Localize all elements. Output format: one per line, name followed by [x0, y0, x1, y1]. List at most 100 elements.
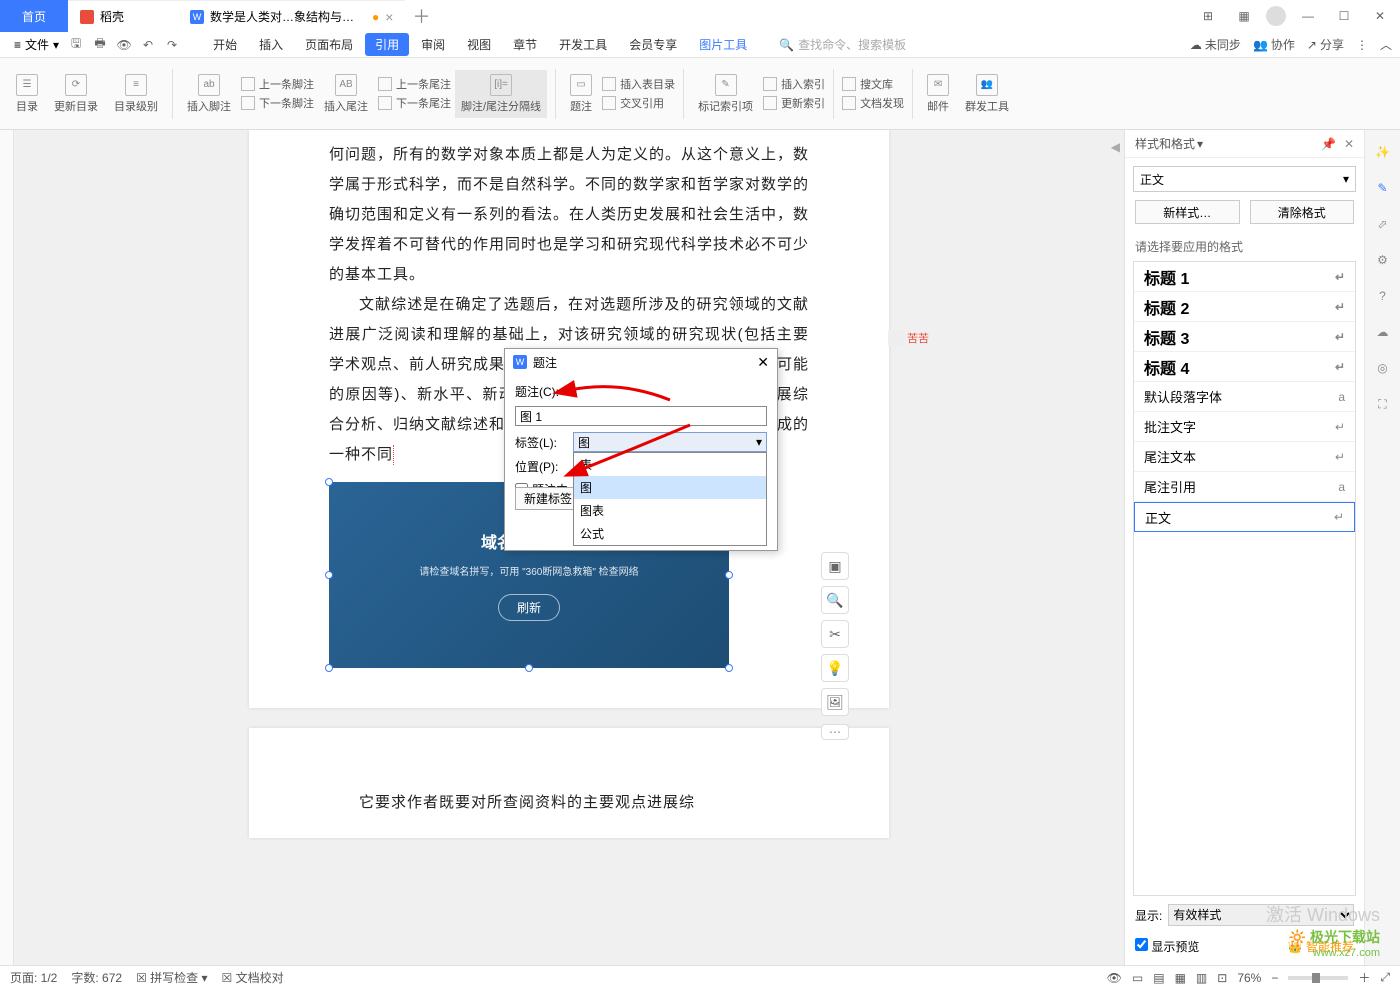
- dd-item-table[interactable]: 表: [574, 453, 766, 476]
- redo-icon[interactable]: ↷: [163, 36, 181, 54]
- dd-item-chart[interactable]: 图表: [574, 499, 766, 522]
- menu-tab-section[interactable]: 章节: [503, 33, 547, 56]
- update-toc-icon[interactable]: ⟳: [65, 74, 87, 96]
- bulb-icon[interactable]: 💡: [821, 654, 849, 682]
- prev-endnote[interactable]: 上一条尾注: [378, 76, 451, 92]
- coop-button[interactable]: 👥 协作: [1253, 36, 1295, 53]
- dd-item-figure[interactable]: 图: [574, 476, 766, 499]
- footnote-icon[interactable]: ab: [198, 74, 220, 96]
- zoom-fit-icon[interactable]: ⊡: [1217, 971, 1227, 985]
- resize-handle[interactable]: [325, 664, 333, 672]
- menu-tab-review[interactable]: 审阅: [411, 33, 455, 56]
- footnote-separator[interactable]: [i]=脚注/尾注分隔线: [455, 70, 547, 118]
- crop-icon[interactable]: ✂: [821, 620, 849, 648]
- resize-handle[interactable]: [325, 478, 333, 486]
- zoom-slider[interactable]: [1288, 976, 1348, 980]
- word-count[interactable]: 字数: 672: [71, 969, 122, 986]
- preview-icon[interactable]: 👁: [115, 36, 133, 54]
- eye-icon[interactable]: 👁: [1107, 971, 1122, 985]
- resize-handle[interactable]: [725, 571, 733, 579]
- dd-item-formula[interactable]: 公式: [574, 522, 766, 545]
- update-index[interactable]: 更新索引: [763, 95, 825, 111]
- caption-input[interactable]: [515, 406, 767, 426]
- replace-icon[interactable]: 🖼: [821, 688, 849, 716]
- tab-docx[interactable]: 稻壳: [68, 0, 178, 32]
- menu-tab-view[interactable]: 视图: [457, 33, 501, 56]
- menu-tab-insert[interactable]: 插入: [249, 33, 293, 56]
- zoom-icon[interactable]: 🔍: [821, 586, 849, 614]
- doc-discover[interactable]: 文档发现: [842, 95, 904, 111]
- view-print-icon[interactable]: ▤: [1153, 971, 1164, 985]
- new-style-button[interactable]: 新样式…: [1135, 200, 1240, 224]
- more-icon[interactable]: ⋮: [1356, 38, 1368, 52]
- tab-close[interactable]: ×: [385, 9, 393, 25]
- rail-cloud-icon[interactable]: ☁: [1373, 322, 1393, 342]
- wrap-icon[interactable]: ▣: [821, 552, 849, 580]
- proofread-toggle[interactable]: ☒ 文档校对: [222, 969, 284, 986]
- page2-text[interactable]: 它要求作者既要对所查阅资料的主要观点进展综: [329, 788, 809, 818]
- fullscreen-icon[interactable]: ⤢: [1380, 970, 1390, 985]
- view-outline-icon[interactable]: ▥: [1196, 971, 1207, 985]
- menu-tab-member[interactable]: 会员专享: [619, 33, 687, 56]
- style-comment-text[interactable]: 批注文字↵: [1134, 412, 1355, 442]
- close-button[interactable]: ✕: [1366, 2, 1394, 30]
- rail-expand-icon[interactable]: ⛶: [1373, 394, 1393, 414]
- more-tools-icon[interactable]: ⋯: [821, 724, 849, 740]
- preview-checkbox[interactable]: 显示预览: [1135, 938, 1199, 955]
- pin-icon[interactable]: 📌: [1321, 137, 1336, 151]
- user-avatar[interactable]: [1266, 6, 1286, 26]
- layout-icon[interactable]: ⊞: [1194, 2, 1222, 30]
- rail-settings-icon[interactable]: ⚙: [1373, 250, 1393, 270]
- toc-level-icon[interactable]: ≡: [125, 74, 147, 96]
- rail-target-icon[interactable]: ◎: [1373, 358, 1393, 378]
- print-icon[interactable]: 🖶: [91, 36, 109, 54]
- grid-icon[interactable]: ▦: [1230, 2, 1258, 30]
- mark-index-icon[interactable]: ✎: [715, 74, 737, 96]
- endnote-icon[interactable]: AB: [335, 74, 357, 96]
- menu-tab-start[interactable]: 开始: [203, 33, 247, 56]
- style-endnote-text[interactable]: 尾注文本↵: [1134, 442, 1355, 472]
- tab-add[interactable]: ＋: [405, 0, 437, 32]
- search-lib[interactable]: 搜文库: [842, 76, 904, 92]
- caption-icon[interactable]: ▭: [570, 74, 592, 96]
- share-button[interactable]: ↗ 分享: [1307, 36, 1344, 53]
- mail-icon[interactable]: ✉: [927, 74, 949, 96]
- minimize-button[interactable]: —: [1294, 2, 1322, 30]
- resize-handle[interactable]: [725, 664, 733, 672]
- rail-select-icon[interactable]: ⬀: [1373, 214, 1393, 234]
- rail-pen-icon[interactable]: ✎: [1373, 178, 1393, 198]
- cross-ref[interactable]: 交叉引用: [602, 95, 675, 111]
- next-footnote[interactable]: 下一条脚注: [241, 95, 314, 111]
- insert-table-toc[interactable]: 插入表目录: [602, 76, 675, 92]
- style-heading1[interactable]: 标题 1↵: [1134, 262, 1355, 292]
- resize-handle[interactable]: [325, 571, 333, 579]
- style-endnote-ref[interactable]: 尾注引用a: [1134, 472, 1355, 502]
- resize-handle[interactable]: [525, 664, 533, 672]
- mass-send-icon[interactable]: 👥: [976, 74, 998, 96]
- clear-format-button[interactable]: 清除格式: [1250, 200, 1355, 224]
- page-indicator[interactable]: 页面: 1/2: [10, 969, 57, 986]
- current-style-combo[interactable]: 正文▾: [1133, 166, 1356, 192]
- file-menu[interactable]: ≡ 文件 ▾: [8, 34, 65, 55]
- new-label-button[interactable]: 新建标签: [515, 487, 581, 510]
- tab-document[interactable]: W 数学是人类对…象结构与模式 ● ×: [178, 0, 405, 32]
- spellcheck-toggle[interactable]: ☒ 拼写检查 ▾: [136, 969, 207, 986]
- dialog-close-icon[interactable]: ✕: [757, 354, 769, 371]
- style-body[interactable]: 正文↵: [1134, 502, 1355, 532]
- prev-footnote[interactable]: 上一条脚注: [241, 76, 314, 92]
- collapse-ribbon-icon[interactable]: ︿: [1380, 36, 1392, 53]
- zoom-level[interactable]: 76%: [1237, 971, 1261, 985]
- toc-icon[interactable]: ☰: [16, 74, 38, 96]
- panel-close-icon[interactable]: ✕: [1344, 137, 1354, 151]
- style-default-font[interactable]: 默认段落字体a: [1134, 382, 1355, 412]
- panel-toggle-icon[interactable]: ◀: [1111, 140, 1120, 154]
- menu-tab-reference[interactable]: 引用: [365, 33, 409, 56]
- maximize-button[interactable]: ☐: [1330, 2, 1358, 30]
- undo-icon[interactable]: ↶: [139, 36, 157, 54]
- label-select[interactable]: 图▾: [573, 432, 767, 452]
- view-web-icon[interactable]: ▦: [1175, 971, 1186, 985]
- zoom-in-icon[interactable]: ＋: [1358, 969, 1370, 986]
- next-endnote[interactable]: 下一条尾注: [378, 95, 451, 111]
- comment-indicator[interactable]: 苦苦: [888, 330, 929, 346]
- rail-assistant-icon[interactable]: ✨: [1373, 142, 1393, 162]
